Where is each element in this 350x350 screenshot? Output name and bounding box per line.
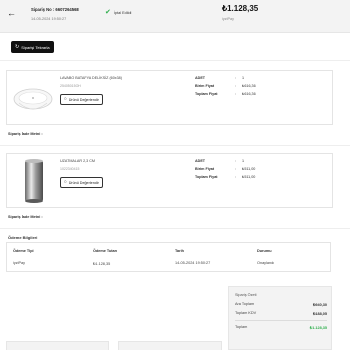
order-header: ← Sipariş No : 6607264568 14-05-2024 19:… [0,0,350,33]
payment-header-status: Durumu [257,249,272,253]
bottom-panel [6,341,109,350]
check-icon: ✔ [105,9,111,16]
summary-value: ₺940,30 [312,303,327,307]
field-label: ADET [195,159,206,163]
rate-product-button[interactable]: ○ Ürünü Değerlendir [60,177,103,188]
payment-type-value: iyziPay [13,261,26,265]
divider [0,145,350,146]
order-summary: Sipariş Özeti Ara Toplam ₺940,30 Toplam … [228,286,332,350]
refresh-icon: ↻ [15,43,20,50]
field-value: ₺616,36 [242,92,256,96]
field-value: ₺616,36 [242,84,256,88]
rate-product-label: Ürünü Değerlendir [68,180,99,185]
rate-product-label: Ürünü Değerlendir [68,97,99,102]
field-separator: : [235,159,237,163]
field-label: Toplam Fiyat [195,175,218,179]
field-value: ₺511,00 [242,167,256,171]
field-label: Birim Fiyat [195,167,215,171]
summary-label: Toplam [235,325,248,329]
field-value: 1 [242,159,245,163]
summary-value: ₺188,05 [312,312,327,316]
product-image-extension [25,159,43,203]
product-image-sink [13,88,53,110]
field-label: Birim Fiyat [195,84,215,88]
return-reason-label: Sipariş İade Metni : [8,215,43,219]
product-sku: 1022340415 [60,167,80,171]
field-value: ₺511,00 [242,175,256,179]
field-value: 1 [242,76,245,80]
payment-method: iyziPay [222,17,235,21]
product-name[interactable]: LAVABO BATAFYA DELİKSİZ (60x38) [60,76,122,80]
field-label: Toplam Fiyat [195,92,218,96]
summary-label: Ara Toplam [235,302,255,306]
order-status: ✔ İptal Edildi [105,9,131,16]
payment-header-date: Tarih [175,249,185,253]
bottom-panel [118,341,222,350]
summary-value: ₺1.128,35 [309,326,327,330]
product-name[interactable]: UZATMALAR 2,3 CM [60,159,95,163]
chat-bubble-icon: ○ [64,96,67,102]
field-separator: : [235,92,237,96]
rate-product-button[interactable]: ○ Ürünü Değerlendir [60,94,103,105]
payment-header-type: Ödeme Tipi [13,249,34,253]
order-summary-title: Sipariş Özeti [235,293,257,297]
divider [0,60,350,61]
order-date: 14-05-2024 19:50:27 [31,17,67,21]
reorder-button[interactable]: ↻ Siparişi Tekrarla [11,41,54,53]
return-reason-label: Sipariş İade Metni : [8,132,43,136]
payment-date-value: 14-05-2024 19:50:27 [175,261,211,265]
chat-bubble-icon: ○ [64,179,67,185]
divider [0,228,350,229]
payment-info-table: Ödeme Tipi Ödeme Tutarı Tarih Durumu iyz… [6,242,331,272]
field-separator: : [235,167,237,171]
order-status-label: İptal Edildi [113,10,132,15]
field-separator: : [235,175,237,179]
field-separator: : [235,76,237,80]
summary-label: Toplam KDV [235,311,257,315]
field-label: ADET [195,76,206,80]
payment-info-title: Ödeme Bilgileri [8,235,38,240]
order-total-amount: ₺1.128,35 [222,4,259,13]
payment-status-value: Onaylandı [257,261,275,265]
divider [235,320,327,321]
reorder-button-label: Siparişi Tekrarla [21,44,50,50]
order-item: LAVABO BATAFYA DELİKSİZ (60x38) 25405015… [6,70,333,125]
payment-amount-value: ₺1.128,35 [93,262,111,266]
arrow-left-icon[interactable]: ← [7,8,17,18]
order-number: Sipariş No : 6607264568 [31,7,79,12]
payment-header-amount: Ödeme Tutarı [93,249,118,253]
product-sku: 25405015OH [60,84,81,88]
order-item: UZATMALAR 2,3 CM 1022340415 ○ Ürünü Değe… [6,153,333,208]
field-separator: : [235,84,237,88]
